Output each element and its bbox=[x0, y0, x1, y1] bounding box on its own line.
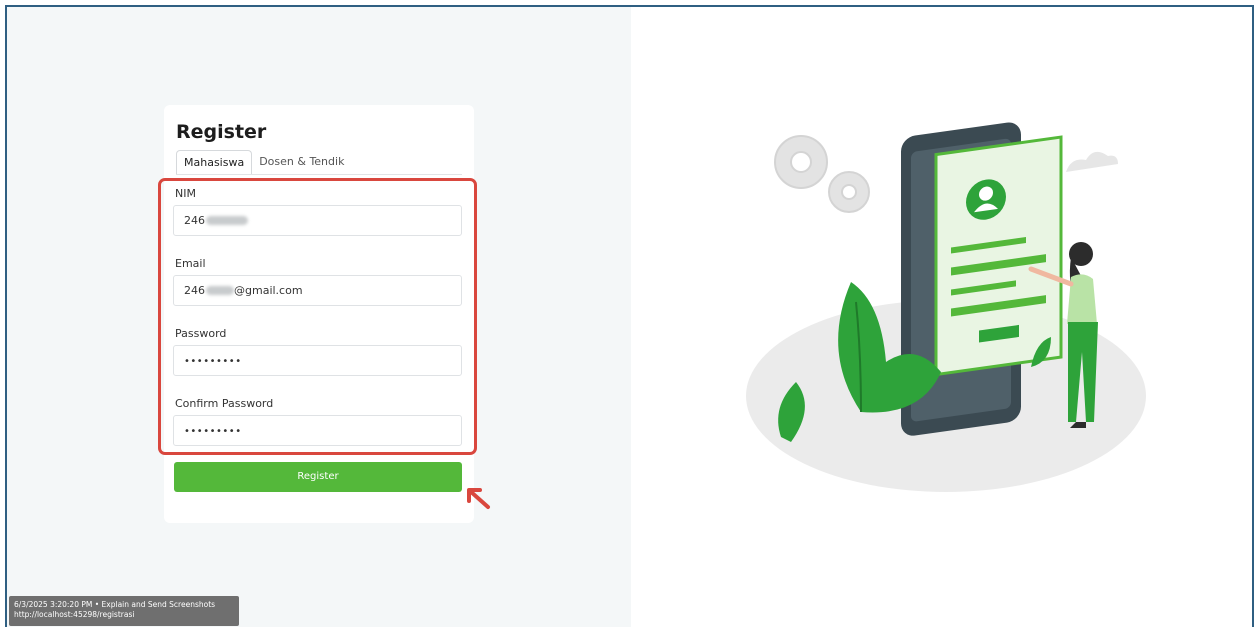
tooltip-line-1: 6/3/2025 3:20:20 PM • Explain and Send S… bbox=[14, 600, 216, 609]
registration-illustration bbox=[746, 122, 1146, 492]
confirm-password-field[interactable]: ••••••••• bbox=[173, 415, 462, 446]
page-title: Register bbox=[176, 121, 267, 143]
tab-dosen-tendik[interactable]: Dosen & Tendik bbox=[252, 150, 351, 175]
nim-label: NIM bbox=[175, 187, 196, 200]
email-field[interactable]: 246 @gmail.com bbox=[173, 275, 462, 306]
nim-value-prefix: 246 bbox=[184, 214, 205, 227]
nim-field[interactable]: 246 bbox=[173, 205, 462, 236]
confirm-password-label: Confirm Password bbox=[175, 397, 274, 410]
gear-icon bbox=[774, 135, 870, 213]
tab-mahasiswa[interactable]: Mahasiswa bbox=[176, 150, 253, 175]
screenshot-tooltip: 6/3/2025 3:20:20 PM • Explain and Send S… bbox=[9, 596, 239, 626]
pointer-arrow-icon bbox=[467, 488, 490, 509]
cloud-icon bbox=[1066, 151, 1118, 172]
password-label: Password bbox=[175, 327, 227, 340]
redacted-blur bbox=[206, 285, 234, 295]
password-value: ••••••••• bbox=[184, 356, 242, 367]
email-label: Email bbox=[175, 257, 206, 270]
tabs-divider bbox=[176, 174, 462, 175]
form-pane: Register Mahasiswa Dosen & Tendik NIM 24… bbox=[7, 7, 631, 627]
confirm-password-value: ••••••••• bbox=[184, 426, 242, 437]
app-frame: Register Mahasiswa Dosen & Tendik NIM 24… bbox=[5, 5, 1254, 627]
password-field[interactable]: ••••••••• bbox=[173, 345, 462, 376]
redacted-blur bbox=[206, 215, 248, 225]
tooltip-line-2: http://localhost:45298/registrasi bbox=[14, 610, 135, 619]
role-tabs: Mahasiswa Dosen & Tendik bbox=[176, 150, 351, 175]
email-value-suffix: @gmail.com bbox=[234, 284, 303, 297]
email-value-prefix: 246 bbox=[184, 284, 205, 297]
register-button[interactable]: Register bbox=[174, 462, 462, 492]
